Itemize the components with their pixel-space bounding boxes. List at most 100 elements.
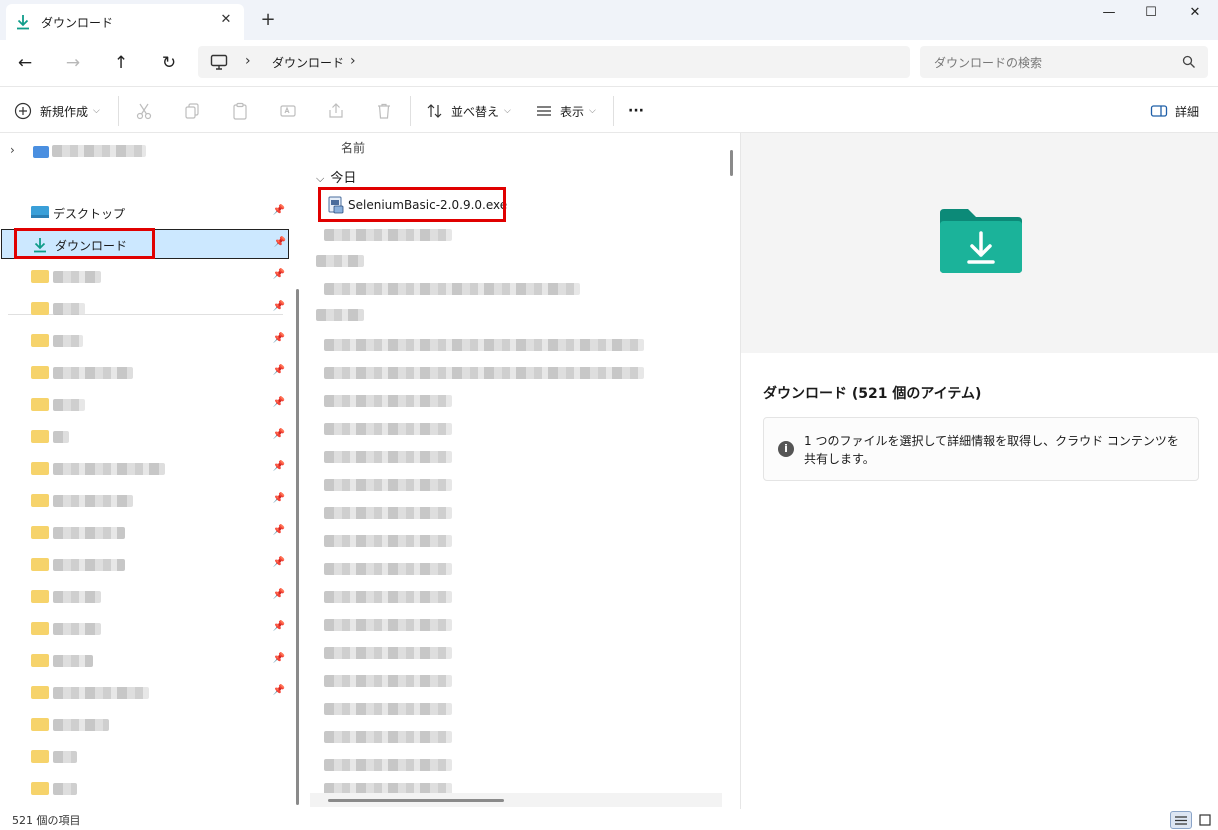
nav-item-downloads[interactable]: ダウンロード 📌 (1, 229, 289, 259)
nav-item-folder[interactable] (0, 709, 290, 739)
nav-item-folder[interactable]: 📌 (0, 517, 290, 547)
blurred-file[interactable] (324, 507, 452, 519)
blurred-file[interactable] (324, 535, 452, 547)
blurred-file[interactable] (324, 283, 580, 295)
divider (613, 96, 614, 126)
nav-item-folder[interactable]: 📌 (0, 325, 290, 355)
pin-icon[interactable]: 📌 (272, 269, 286, 283)
forward-button[interactable]: → (59, 49, 87, 77)
sort-button[interactable]: 並べ替え ⌵ (426, 99, 511, 123)
nav-item-folder[interactable]: 📌 (0, 453, 290, 483)
blurred-file[interactable] (324, 563, 452, 575)
chevron-right-icon[interactable]: › (10, 143, 15, 157)
pin-icon[interactable]: 📌 (272, 557, 286, 571)
item-count: 521 個の項目 (12, 814, 81, 827)
blurred-file[interactable] (324, 619, 452, 631)
pin-icon[interactable]: 📌 (272, 461, 286, 475)
blurred-file[interactable] (324, 479, 452, 491)
blurred-file[interactable] (324, 229, 452, 241)
blurred-file[interactable] (324, 759, 452, 771)
horizontal-scrollbar[interactable] (310, 793, 722, 807)
back-button[interactable]: ← (11, 49, 39, 77)
nav-item-folder[interactable]: 📌 (0, 261, 290, 291)
maximize-button[interactable]: ☐ (1128, 0, 1174, 30)
folder-icon (31, 398, 49, 411)
nav-item-folder[interactable]: 📌 (0, 485, 290, 515)
pin-icon[interactable]: 📌 (272, 301, 286, 315)
blurred-file[interactable] (316, 255, 364, 267)
pin-icon[interactable]: 📌 (272, 429, 286, 443)
more-options-button[interactable]: ··· (628, 99, 644, 123)
pin-icon[interactable]: 📌 (272, 397, 286, 411)
blurred-file[interactable] (316, 309, 364, 321)
pin-icon[interactable]: 📌 (272, 365, 286, 379)
blurred-file[interactable] (324, 339, 644, 351)
nav-item-folder[interactable]: 📌 (0, 581, 290, 611)
blurred-file[interactable] (324, 647, 452, 659)
trash-icon (378, 103, 390, 119)
paste-button[interactable] (231, 99, 249, 123)
nav-item-folder[interactable]: 📌 (0, 421, 290, 451)
group-header-today[interactable]: ⌵ 今日 (316, 167, 356, 186)
nav-item-folder[interactable]: 📌 (0, 357, 290, 387)
pin-icon[interactable]: 📌 (272, 653, 286, 667)
nav-item-desktop[interactable]: デスクトップ 📌 (0, 197, 290, 227)
pin-icon[interactable]: 📌 (272, 525, 286, 539)
cut-button[interactable] (135, 99, 153, 123)
folder-icon (31, 654, 49, 667)
refresh-button[interactable]: ↻ (155, 49, 183, 77)
blurred-file[interactable] (324, 423, 452, 435)
pin-icon[interactable]: 📌 (272, 589, 286, 603)
share-button[interactable] (327, 99, 345, 123)
nav-item-folder[interactable]: 📌 (0, 293, 290, 323)
close-window-button[interactable]: ✕ (1172, 0, 1218, 30)
pin-icon[interactable]: 📌 (273, 237, 287, 251)
column-header-name[interactable]: 名前 (341, 139, 365, 156)
new-button[interactable]: 新規作成 ⌵ (14, 99, 100, 123)
pin-icon[interactable]: 📌 (272, 333, 286, 347)
view-button[interactable]: 表示 ⌵ (535, 99, 596, 123)
nav-item-label: デスクトップ (53, 207, 126, 221)
blurred-file[interactable] (324, 731, 452, 743)
copy-button[interactable] (183, 99, 201, 123)
nav-item-folder[interactable]: 📌 (0, 549, 290, 579)
blurred-file[interactable] (324, 451, 452, 463)
breadcrumb-separator[interactable]: › (245, 53, 251, 69)
delete-button[interactable] (375, 99, 393, 123)
pin-icon[interactable]: 📌 (272, 493, 286, 507)
scrollbar[interactable] (730, 150, 733, 176)
new-tab-button[interactable]: + (258, 10, 278, 30)
tab-downloads[interactable]: ダウンロード ✕ (6, 4, 244, 40)
search-input[interactable]: ダウンロードの検索 (920, 46, 1208, 78)
nav-item-folder[interactable]: 📌 (0, 389, 290, 419)
nav-item-folder[interactable] (0, 741, 290, 771)
close-tab-icon[interactable]: ✕ (218, 12, 234, 28)
minimize-button[interactable]: — (1086, 0, 1132, 30)
folder-icon (31, 462, 49, 475)
scrollbar[interactable] (296, 289, 299, 805)
search-placeholder: ダウンロードの検索 (934, 56, 1043, 70)
rename-button[interactable] (279, 99, 297, 123)
file-name: SeleniumBasic-2.0.9.0.exe (348, 198, 508, 212)
blurred-file[interactable] (324, 395, 452, 407)
blurred-file[interactable] (324, 675, 452, 687)
tiles-view-button[interactable] (1194, 811, 1216, 829)
breadcrumb-downloads[interactable]: ダウンロード (272, 54, 344, 71)
breadcrumb-separator[interactable]: › (350, 53, 356, 69)
scrollbar-thumb[interactable] (328, 799, 504, 802)
nav-item-folder[interactable] (0, 773, 290, 803)
nav-item-folder[interactable]: 📌 (0, 613, 290, 643)
blurred-file[interactable] (324, 703, 452, 715)
pin-icon[interactable]: 📌 (272, 621, 286, 635)
pin-icon[interactable]: 📌 (272, 685, 286, 699)
nav-item-folder[interactable]: 📌 (0, 645, 290, 675)
details-view-button[interactable] (1170, 811, 1192, 829)
address-field[interactable]: › ダウンロード › (198, 46, 910, 78)
nav-item-folder[interactable]: 📌 (0, 677, 290, 707)
folder-icon (31, 686, 49, 699)
blurred-file[interactable] (324, 591, 452, 603)
blurred-file[interactable] (324, 367, 644, 379)
details-pane-button[interactable]: 詳細 (1150, 99, 1199, 123)
up-button[interactable]: ↑ (107, 49, 135, 77)
pin-icon[interactable]: 📌 (272, 205, 286, 219)
